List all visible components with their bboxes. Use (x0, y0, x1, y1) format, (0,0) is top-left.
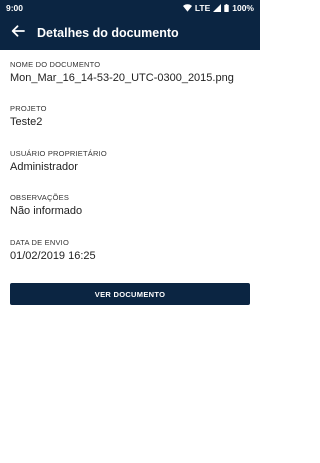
field-label-upload-date: DATA DE ENVIO (10, 238, 70, 247)
field-value-upload-date: 01/02/2019 16:25 (10, 250, 96, 262)
field-value-owner: Administrador (10, 161, 78, 173)
signal-icon (213, 4, 222, 12)
back-button[interactable] (0, 16, 36, 50)
view-document-button[interactable]: VER DOCUMENTO (10, 283, 250, 305)
status-time: 9:00 (6, 3, 24, 13)
status-bar: 9:00 LTE 100% (0, 0, 260, 16)
field-label-owner: USUÁRIO PROPRIETÁRIO (10, 149, 107, 158)
arrow-left-icon (11, 24, 25, 42)
app-bar: Detalhes do documento (0, 16, 260, 50)
field-label-observations: OBSERVAÇÕES (10, 193, 70, 202)
field-value-project: Teste2 (10, 116, 43, 128)
page-title: Detalhes do documento (37, 26, 179, 40)
field-value-observations: Não informado (10, 205, 83, 217)
status-indicators: LTE 100% (182, 3, 254, 13)
field-value-document-name: Mon_Mar_16_14-53-20_UTC-0300_2015.png (10, 72, 234, 84)
battery-icon (224, 4, 229, 12)
field-label-document-name: NOME DO DOCUMENTO (10, 60, 101, 69)
status-battery: 100% (232, 3, 254, 13)
wifi-icon (182, 4, 192, 12)
status-network: LTE (194, 3, 211, 13)
field-label-project: PROJETO (10, 104, 47, 113)
